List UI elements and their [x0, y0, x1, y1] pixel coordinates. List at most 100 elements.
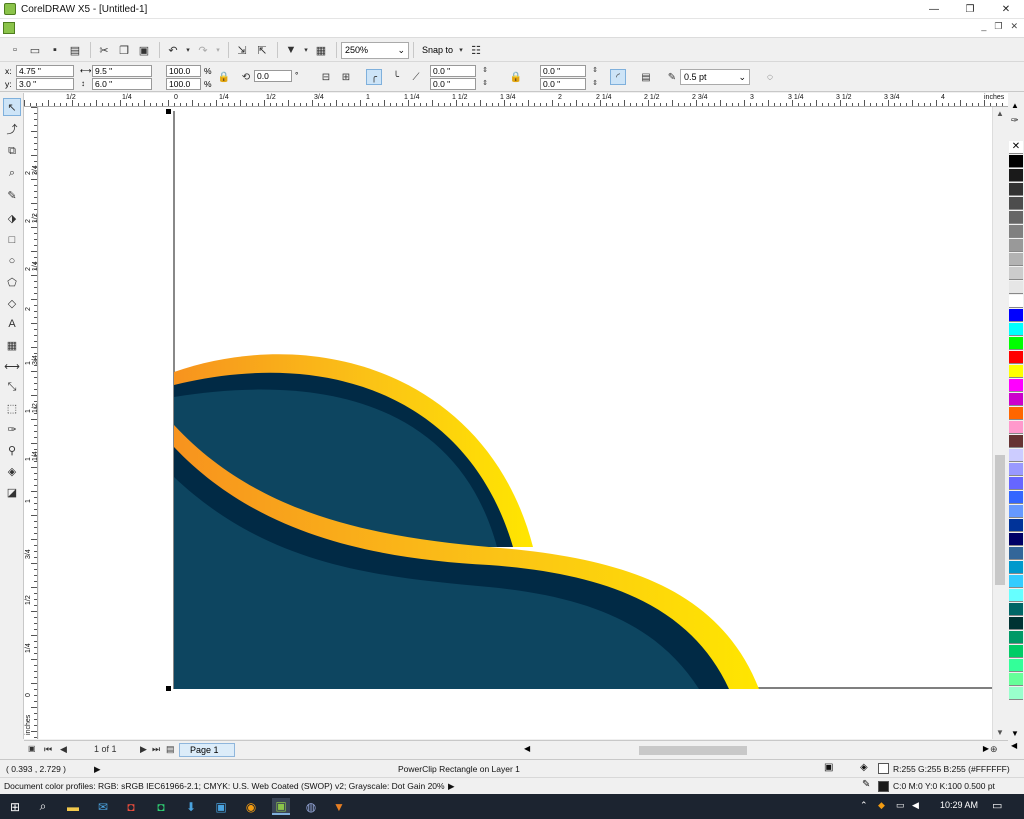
undo-dropdown-icon[interactable]: ▾: [184, 41, 192, 59]
snap-to-button[interactable]: Snap to: [422, 45, 453, 55]
color-swatch[interactable]: [1009, 281, 1023, 294]
scroll-right-icon[interactable]: ▶: [983, 744, 989, 753]
shape-tool-icon[interactable]: ⤴: [3, 120, 21, 138]
welcome-screen-icon[interactable]: ▦: [312, 41, 330, 59]
width-field[interactable]: 9.5 ": [92, 65, 152, 77]
color-swatch[interactable]: [1009, 617, 1023, 630]
color-swatch[interactable]: [1009, 575, 1023, 588]
color-swatch[interactable]: [1009, 645, 1023, 658]
zoom-tool-icon[interactable]: ⌕: [3, 164, 21, 182]
table-tool-icon[interactable]: ▦: [3, 336, 21, 354]
document-close-button[interactable]: ✕: [1010, 21, 1018, 32]
ellipse-tool-icon[interactable]: ○: [3, 252, 21, 270]
next-page-icon[interactable]: ▶: [140, 744, 147, 755]
color-swatch[interactable]: [1009, 351, 1023, 364]
options-icon[interactable]: ☷: [467, 41, 485, 59]
app-icon[interactable]: ◘: [152, 798, 170, 815]
fill-color-swatch[interactable]: [878, 763, 889, 774]
outline-tool-icon[interactable]: ⚲: [3, 441, 21, 459]
outline-width-select[interactable]: 0.5 pt ⌄: [680, 69, 750, 85]
status-arrow-icon[interactable]: ▶: [94, 764, 101, 775]
chrome-icon[interactable]: ◉: [242, 798, 260, 815]
color-swatch[interactable]: [1009, 337, 1023, 350]
crop-tool-icon[interactable]: ⧉: [3, 142, 21, 160]
profile-arrow-icon[interactable]: ▶: [448, 781, 455, 792]
import-icon[interactable]: ⇲: [233, 41, 251, 59]
color-swatch[interactable]: [1009, 197, 1023, 210]
pick-tool-icon[interactable]: ↖: [3, 98, 21, 116]
palette-expand-icon[interactable]: ◀: [1011, 741, 1017, 750]
color-swatch[interactable]: [1009, 589, 1023, 602]
rectangle-tool-icon[interactable]: □: [3, 231, 21, 249]
mirror-horizontal-icon[interactable]: ⊟: [318, 69, 334, 85]
search-icon[interactable]: ⌕: [34, 798, 52, 815]
horizontal-ruler[interactable]: inches 1/2 1/4 0 1/4 1/2 3/4 1 1 1/4 1 1/2 1 3/4 2…: [24, 93, 1008, 107]
smart-fill-tool-icon[interactable]: ⬗: [3, 209, 21, 227]
undo-icon[interactable]: ↶: [164, 41, 182, 59]
tray-app-icon[interactable]: ◆: [878, 800, 885, 811]
dimension-tool-icon[interactable]: ⟷: [3, 357, 21, 375]
height-field[interactable]: 6.0 ": [92, 78, 152, 90]
coreldraw-taskbar-icon[interactable]: ▣: [272, 798, 290, 815]
corner-radius-top-left-field[interactable]: 0.0 ": [430, 65, 476, 77]
spinner-icon[interactable]: ⇕: [588, 77, 602, 89]
vertical-ruler[interactable]: 2 3/4 2 1/2 2 1/4 2 1 3/4 1 1/2 1 1/4 1 3/4 1/2 1/…: [24, 107, 38, 739]
chamfered-corner-icon[interactable]: ⟋: [408, 69, 424, 85]
mirror-vertical-icon[interactable]: ⊞: [338, 69, 354, 85]
horizontal-scroll-thumb[interactable]: [639, 746, 747, 755]
page-tab[interactable]: Page 1: [179, 743, 235, 757]
wrap-text-icon[interactable]: ▤: [638, 69, 654, 85]
color-swatch[interactable]: [1009, 659, 1023, 672]
color-swatch[interactable]: [1009, 533, 1023, 546]
app-icon[interactable]: ◍: [302, 798, 320, 815]
paste-icon[interactable]: ▣: [135, 41, 153, 59]
drawing-canvas[interactable]: [39, 107, 992, 739]
minimize-button[interactable]: —: [916, 0, 952, 19]
color-swatch[interactable]: [1009, 365, 1023, 378]
color-swatch[interactable]: [1009, 673, 1023, 686]
new-icon[interactable]: ▫: [6, 41, 24, 59]
interactive-fill-tool-icon[interactable]: ◪: [3, 483, 21, 501]
spinner-icon[interactable]: ⇕: [478, 77, 492, 89]
windows-start-icon[interactable]: ⊞: [6, 798, 24, 815]
color-swatch[interactable]: [1009, 631, 1023, 644]
fill-tool-icon[interactable]: ◈: [3, 462, 21, 480]
scroll-down-icon[interactable]: ▼: [993, 728, 1007, 737]
color-swatch[interactable]: [1009, 379, 1023, 392]
vertical-scroll-thumb[interactable]: [995, 455, 1005, 585]
color-swatch[interactable]: [1009, 519, 1023, 532]
blend-tool-icon[interactable]: ⬚: [3, 399, 21, 417]
lock-corners-icon[interactable]: 🔒: [508, 69, 524, 85]
close-button[interactable]: ✕: [988, 0, 1024, 19]
clock[interactable]: 10:29 AM: [940, 800, 978, 810]
zoom-level-select[interactable]: 250% ⌄: [341, 41, 409, 59]
outline-pen-icon[interactable]: ✎: [862, 779, 870, 790]
color-swatch[interactable]: [1009, 393, 1023, 406]
color-swatch[interactable]: [1009, 491, 1023, 504]
notifications-icon[interactable]: ▭: [992, 799, 1002, 812]
palette-scroll-up-icon[interactable]: ▲: [1011, 101, 1019, 110]
document-icon[interactable]: [3, 22, 15, 34]
previous-page-icon[interactable]: ◀: [60, 744, 67, 755]
color-swatch[interactable]: [1009, 323, 1023, 336]
color-swatch[interactable]: [1009, 309, 1023, 322]
app-launcher-icon[interactable]: ▼: [282, 41, 300, 59]
export-icon[interactable]: ⇱: [253, 41, 271, 59]
spinner-icon[interactable]: ⇕: [588, 64, 602, 76]
print-icon[interactable]: ▤: [66, 41, 84, 59]
document-restore-button[interactable]: ❐: [994, 21, 1002, 32]
document-minimize-button[interactable]: _: [981, 21, 986, 32]
copy-icon[interactable]: ❐: [115, 41, 133, 59]
scale-y-field[interactable]: 100.0: [166, 78, 201, 90]
palette-scroll-down-icon[interactable]: ▼: [1011, 729, 1019, 738]
color-swatch[interactable]: [1009, 155, 1023, 168]
color-swatch[interactable]: [1009, 449, 1023, 462]
no-color-swatch[interactable]: ✕: [1009, 141, 1023, 154]
redo-dropdown-icon[interactable]: ▾: [214, 41, 222, 59]
basic-shapes-tool-icon[interactable]: ◇: [3, 294, 21, 312]
color-swatch[interactable]: [1009, 477, 1023, 490]
corner-radius-top-right-field[interactable]: 0.0 ": [540, 65, 586, 77]
selection-handle-bottom-left[interactable]: [166, 686, 171, 691]
color-swatch[interactable]: [1009, 603, 1023, 616]
polygon-tool-icon[interactable]: ⬠: [3, 273, 21, 291]
